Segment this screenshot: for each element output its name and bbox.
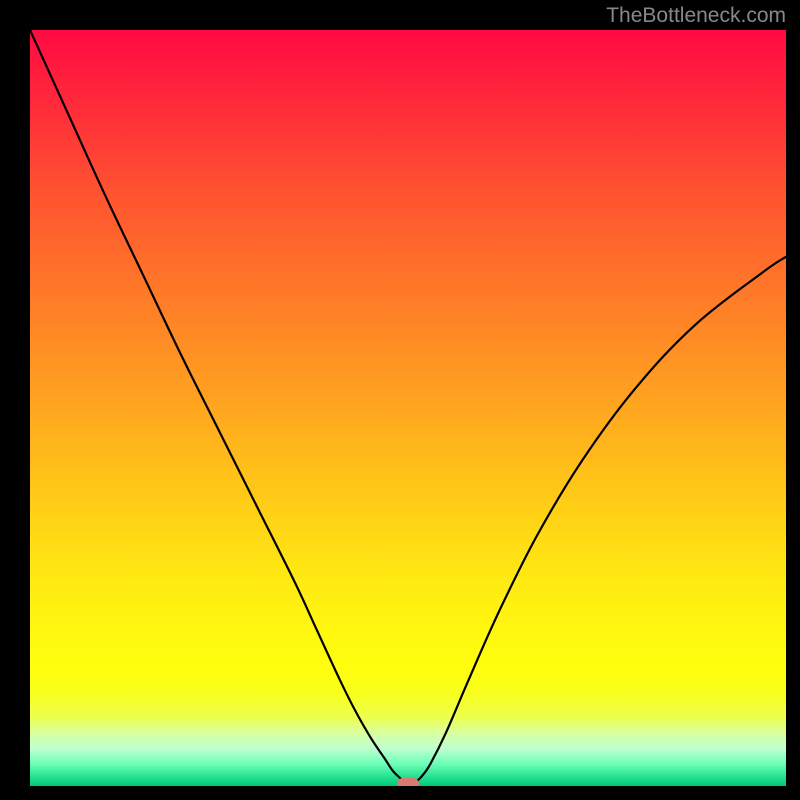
curve-svg (30, 30, 786, 786)
watermark-label: TheBottleneck.com (606, 4, 786, 28)
plot-area (30, 30, 786, 786)
chart-container: TheBottleneck.com (0, 0, 800, 800)
bottleneck-curve (30, 30, 786, 786)
optimum-marker-icon (397, 778, 419, 786)
